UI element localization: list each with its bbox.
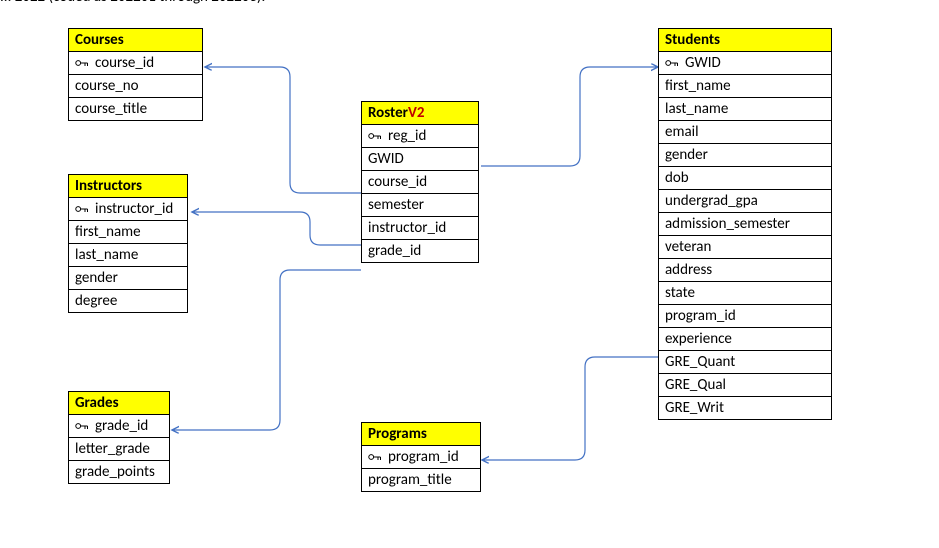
field-label: course_title bbox=[75, 100, 147, 118]
field-label: first_name bbox=[665, 77, 731, 95]
field-label: address bbox=[665, 261, 712, 279]
table-field: gender bbox=[659, 144, 831, 167]
table-field: reg_id bbox=[362, 125, 478, 148]
field-label: semester bbox=[368, 196, 424, 214]
table-field: program_title bbox=[362, 469, 480, 491]
primary-key-icon bbox=[368, 131, 382, 141]
table-field: first_name bbox=[69, 221, 187, 244]
field-label: email bbox=[665, 123, 699, 141]
table-field: GRE_Qual bbox=[659, 374, 831, 397]
field-label: last_name bbox=[75, 246, 138, 264]
field-label: GRE_Writ bbox=[665, 399, 724, 417]
field-label: instructor_id bbox=[368, 219, 446, 237]
table-field: instructor_id bbox=[69, 198, 187, 221]
table-students: Students GWID first_name last_nameemail gen… bbox=[658, 28, 832, 420]
table-field: undergrad_gpa bbox=[659, 190, 831, 213]
field-label: veteran bbox=[665, 238, 711, 256]
field-label: grade_id bbox=[368, 242, 421, 260]
table-field: course_title bbox=[69, 98, 202, 120]
table-field: GRE_Writ bbox=[659, 397, 831, 419]
field-label: degree bbox=[75, 292, 117, 310]
table-field: letter_grade bbox=[69, 438, 169, 461]
field-label: last_name bbox=[665, 100, 728, 118]
table-header-students: Students bbox=[659, 29, 831, 52]
table-field: last_name bbox=[69, 244, 187, 267]
table-field: semester bbox=[362, 194, 478, 217]
table-field: admission_semester bbox=[659, 213, 831, 236]
table-field: address bbox=[659, 259, 831, 282]
field-label: course_id bbox=[95, 54, 154, 72]
table-field: instructor_id bbox=[362, 217, 478, 240]
table-roster: RosterV2 reg_id GWID course_id semester inst… bbox=[361, 101, 479, 263]
table-field: course_id bbox=[362, 171, 478, 194]
table-field: veteran bbox=[659, 236, 831, 259]
table-field: first_name bbox=[659, 75, 831, 98]
table-header-grades: Grades bbox=[69, 392, 169, 415]
field-label: GWID bbox=[685, 54, 721, 72]
field-label: program_id bbox=[665, 307, 736, 325]
field-label: admission_semester bbox=[665, 215, 790, 233]
primary-key-icon bbox=[75, 58, 89, 68]
table-field: course_no bbox=[69, 75, 202, 98]
table-header-roster: RosterV2 bbox=[362, 102, 478, 125]
table-field: GWID bbox=[362, 148, 478, 171]
field-label: GRE_Quant bbox=[665, 353, 735, 371]
table-grades: Grades grade_id letter_grade grade_points bbox=[68, 391, 170, 484]
field-label: state bbox=[665, 284, 695, 302]
table-courses: Courses course_id course_no course_title bbox=[68, 28, 203, 121]
table-field: program_id bbox=[362, 446, 480, 469]
field-label: course_id bbox=[368, 173, 427, 191]
primary-key-icon bbox=[75, 421, 89, 431]
roster-title-main: Roster bbox=[368, 104, 408, 122]
table-field: last_name bbox=[659, 98, 831, 121]
table-field: degree bbox=[69, 290, 187, 312]
field-label: grade_points bbox=[75, 463, 155, 481]
field-label: letter_grade bbox=[75, 440, 150, 458]
table-header-courses: Courses bbox=[69, 29, 202, 52]
field-label: program_title bbox=[368, 471, 452, 489]
table-field: course_id bbox=[69, 52, 202, 75]
primary-key-icon bbox=[368, 452, 382, 462]
field-label: gender bbox=[665, 146, 708, 164]
primary-key-icon bbox=[75, 204, 89, 214]
table-field: grade_id bbox=[362, 240, 478, 262]
field-label: course_no bbox=[75, 77, 139, 95]
field-label: program_id bbox=[388, 448, 459, 466]
field-label: first_name bbox=[75, 223, 141, 241]
table-header-programs: Programs bbox=[362, 423, 480, 446]
field-label: reg_id bbox=[388, 127, 426, 145]
field-label: dob bbox=[665, 169, 689, 187]
field-label: experience bbox=[665, 330, 732, 348]
table-field: gender bbox=[69, 267, 187, 290]
table-field: grade_points bbox=[69, 461, 169, 483]
cropped-top-text: ... 2022 (coded as 202201 through 202203… bbox=[0, 0, 265, 6]
table-header-instructors: Instructors bbox=[69, 175, 187, 198]
table-programs: Programs program_id program_title bbox=[361, 422, 481, 492]
field-label: instructor_id bbox=[95, 200, 173, 218]
table-instructors: Instructors instructor_id first_name last_… bbox=[68, 174, 188, 313]
roster-title-suffix: V2 bbox=[408, 104, 424, 122]
field-label: undergrad_gpa bbox=[665, 192, 758, 210]
table-field: GRE_Quant bbox=[659, 351, 831, 374]
field-label: grade_id bbox=[95, 417, 148, 435]
table-field: experience bbox=[659, 328, 831, 351]
table-field: email bbox=[659, 121, 831, 144]
table-field: grade_id bbox=[69, 415, 169, 438]
primary-key-icon bbox=[665, 58, 679, 68]
table-field: GWID bbox=[659, 52, 831, 75]
table-field: state bbox=[659, 282, 831, 305]
table-field: program_id bbox=[659, 305, 831, 328]
table-field: dob bbox=[659, 167, 831, 190]
field-label: GWID bbox=[368, 150, 404, 168]
field-label: gender bbox=[75, 269, 118, 287]
field-label: GRE_Qual bbox=[665, 376, 726, 394]
